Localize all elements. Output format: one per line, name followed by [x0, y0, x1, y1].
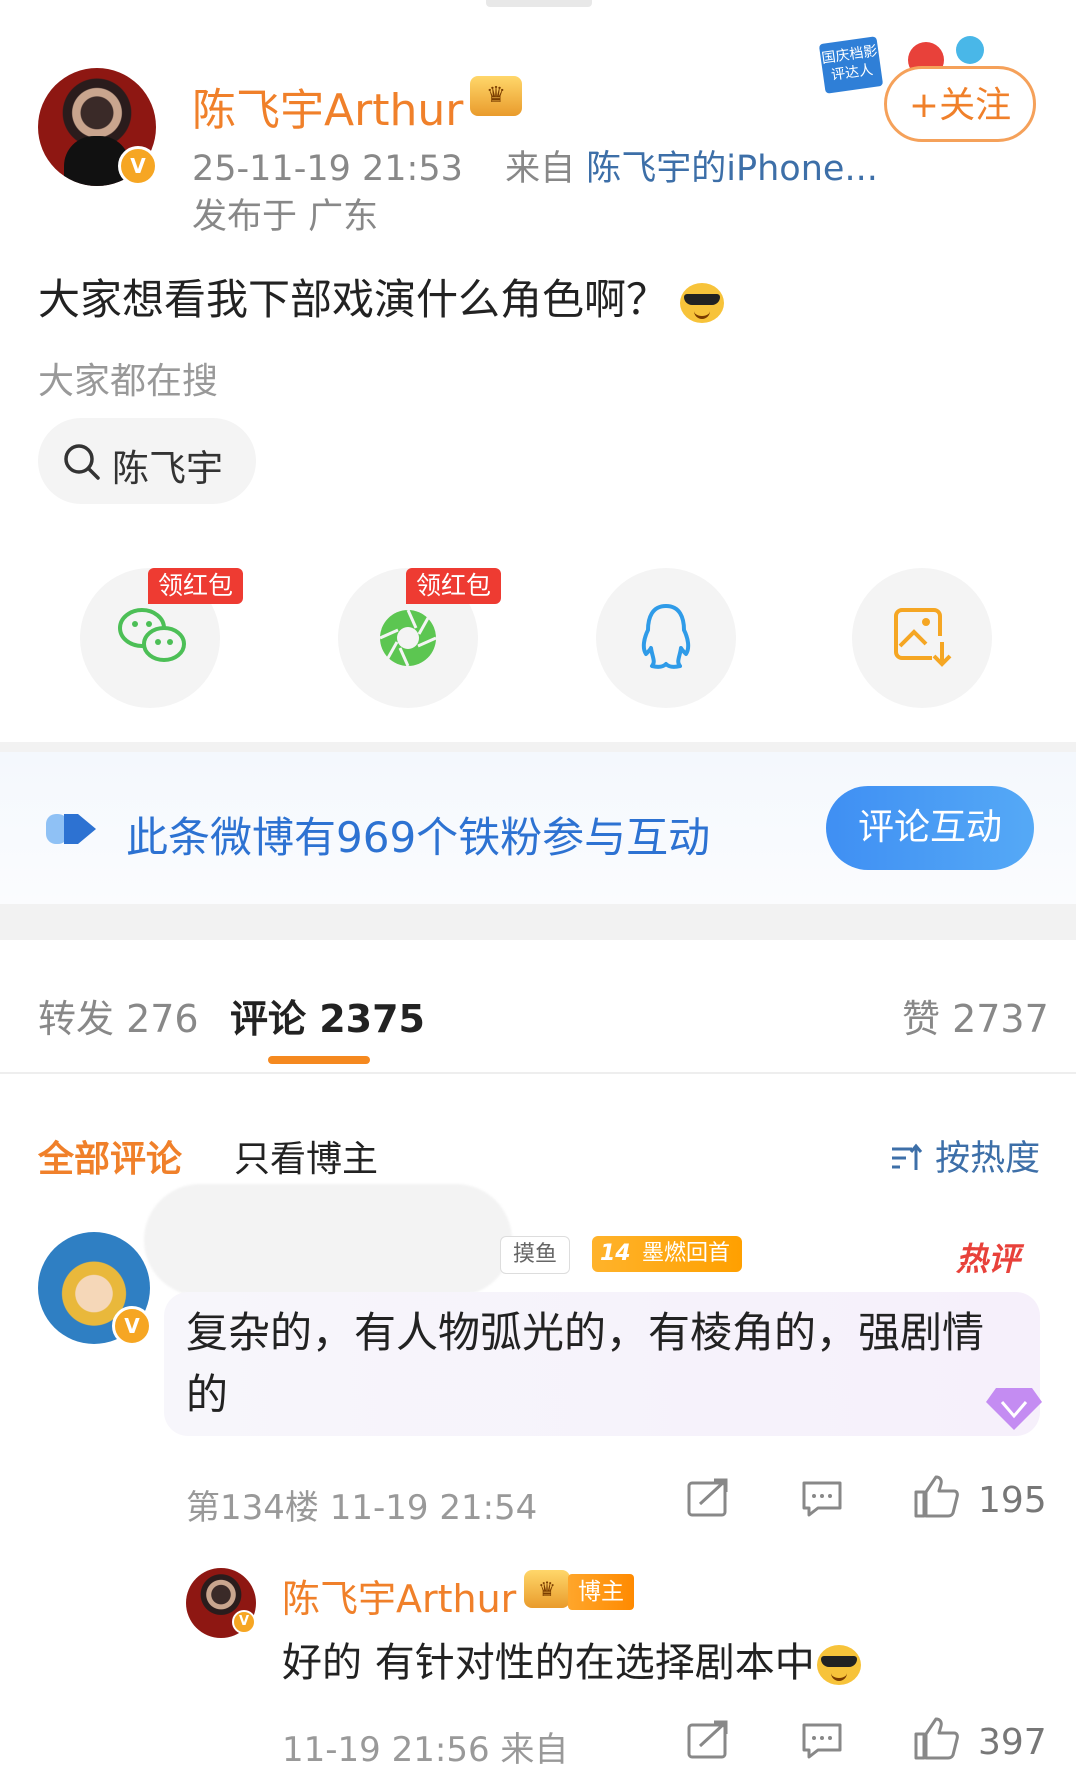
post-content: 大家想看我下部戏演什么角色啊？: [38, 266, 725, 327]
post-source[interactable]: 陈飞宇的iPhone...: [586, 149, 878, 189]
source-prefix: 来自: [505, 149, 576, 189]
like-thumb-icon[interactable]: [912, 1474, 960, 1518]
cool-emoji-icon: [816, 1645, 861, 1685]
repost-icon[interactable]: [686, 1720, 730, 1760]
diamond-decoration-icon: [986, 1388, 1042, 1430]
fan-level-badge: 14 墨燃回首: [592, 1236, 743, 1272]
commenter-name-blurred[interactable]: [144, 1184, 512, 1296]
sheet-handle[interactable]: [486, 0, 592, 7]
author-badge: 博主: [568, 1574, 634, 1610]
repost-icon[interactable]: [686, 1478, 730, 1518]
author-name-text: 陈飞宇Arthur: [192, 85, 464, 136]
comment-text: 复杂的，有人物弧光的，有棱角的，强剧情的: [186, 1308, 985, 1419]
trending-search-query: 陈飞宇: [112, 447, 223, 490]
hot-comment-badge: 热评: [956, 1240, 1021, 1278]
post-meta: 25-11-19 21:53 来自 陈飞宇的iPhone...: [192, 140, 878, 191]
like-thumb-icon[interactable]: [912, 1716, 960, 1760]
fan-interaction-text: 此条微博有969个铁粉参与互动: [126, 813, 711, 862]
author-name[interactable]: 陈飞宇Arthur: [192, 74, 463, 138]
verified-badge-icon: V: [112, 1306, 152, 1346]
filter-author-only[interactable]: 只看博主: [234, 1130, 378, 1182]
reply-source: 来自: [500, 1730, 569, 1770]
moments-icon: [379, 609, 437, 667]
comment-interact-button[interactable]: 评论互动: [826, 786, 1034, 870]
red-packet-badge: 领红包: [148, 568, 244, 604]
reply-comment-icon[interactable]: [800, 1480, 844, 1518]
sort-by-hot-button[interactable]: 按热度: [890, 1130, 1040, 1181]
fan-group-tag: 摸鱼: [500, 1236, 571, 1274]
verified-badge-icon: V: [232, 1610, 256, 1634]
reply-author-name[interactable]: 陈飞宇Arthur: [282, 1568, 516, 1623]
sort-label: 按热度: [935, 1139, 1041, 1179]
section-divider: [0, 904, 1076, 940]
comment-floor: 第134楼: [186, 1488, 319, 1528]
verified-badge-icon: V: [118, 146, 158, 186]
comment-meta: 第134楼 11-19 21:54: [186, 1480, 537, 1529]
trending-search-label: 大家都在搜: [38, 361, 219, 402]
section-divider: [0, 742, 1076, 752]
sort-icon: [892, 1143, 923, 1170]
follow-button[interactable]: +关注: [884, 66, 1036, 142]
award-sticker-label: 国庆档影评达人: [818, 36, 884, 94]
share-qq-button[interactable]: [596, 568, 736, 708]
reply-comment-icon[interactable]: [800, 1722, 844, 1760]
comment-time: 11-19 21:54: [329, 1488, 538, 1528]
fan-interaction-icon: [46, 814, 96, 844]
reply-like-count: 397: [978, 1722, 1047, 1763]
trending-search-chip[interactable]: 陈飞宇: [38, 418, 256, 504]
save-image-icon: [894, 608, 952, 667]
comment-like-count: 195: [978, 1480, 1047, 1521]
reply-content: 好的 有针对性的在选择剧本中: [282, 1630, 861, 1688]
post-time: 25-11-19 21:53: [192, 149, 463, 189]
tab-comment[interactable]: 评论 2375: [230, 988, 425, 1043]
tab-like[interactable]: 赞 2737: [902, 988, 1049, 1043]
crown-badge-icon: ♛: [524, 1570, 570, 1608]
post-text: 大家想看我下部戏演什么角色啊？: [38, 275, 669, 324]
search-icon: [64, 444, 100, 480]
post-location: 发布于 广东: [192, 197, 379, 237]
red-packet-badge: 领红包: [406, 568, 502, 604]
filter-all-comments[interactable]: 全部评论: [38, 1130, 182, 1182]
tab-active-indicator: [268, 1056, 370, 1064]
tab-repost[interactable]: 转发 276: [38, 988, 199, 1043]
reply-time: 11-19 21:56: [282, 1730, 490, 1770]
qq-icon: [641, 604, 691, 669]
reply-meta: 11-19 21:56 来自: [282, 1722, 568, 1771]
fan-level-text: 墨燃回首: [642, 1241, 731, 1266]
fan-level-number: 14: [600, 1241, 631, 1266]
wechat-icon: [118, 608, 186, 662]
crown-badge-icon: ♛: [470, 76, 522, 116]
save-image-button[interactable]: [852, 568, 992, 708]
sticker-balloon-icon: [956, 36, 984, 64]
reply-text: 好的 有针对性的在选择剧本中: [282, 1640, 815, 1686]
tab-divider: [0, 1072, 1076, 1074]
cool-emoji-icon: [680, 282, 725, 323]
